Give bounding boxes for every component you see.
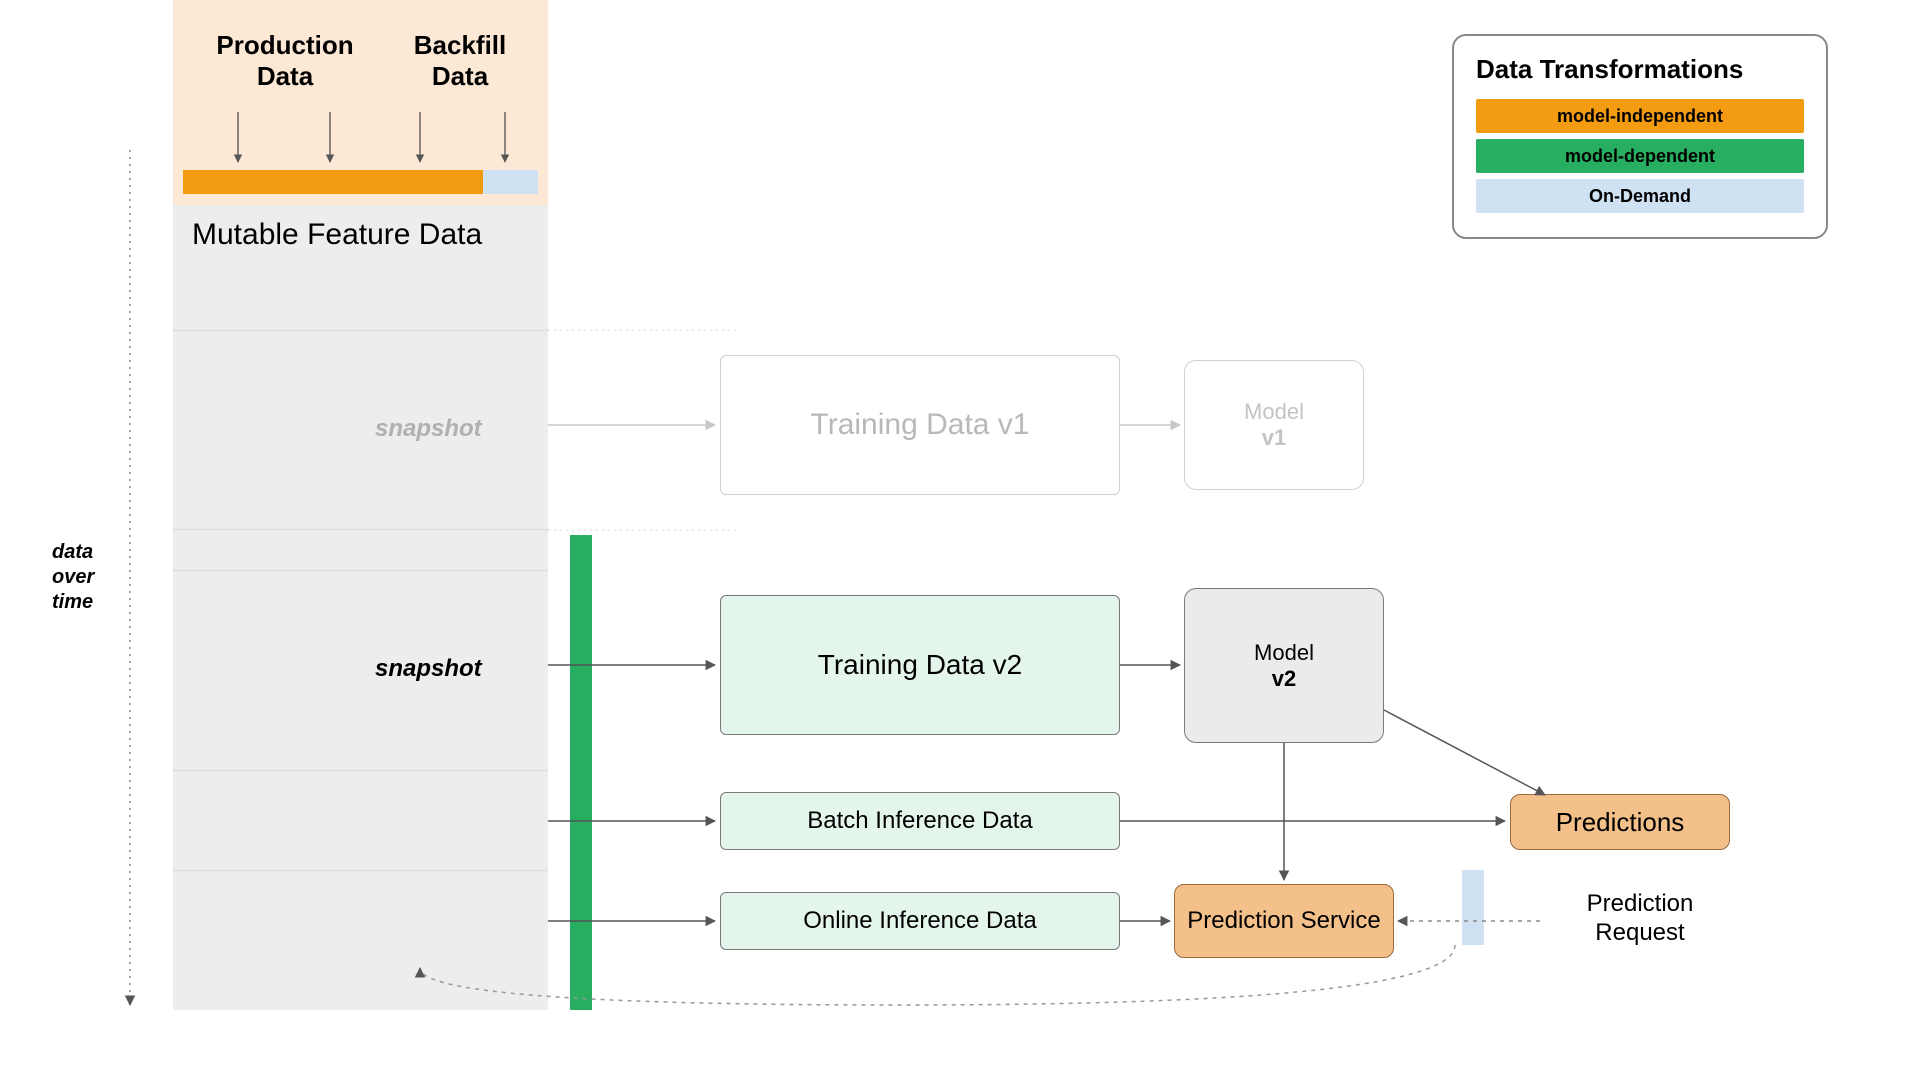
text: v1	[1262, 425, 1286, 450]
text: Online Inference Data	[803, 907, 1036, 935]
box-training-data-v2: Training Data v2	[720, 595, 1120, 735]
diagram-canvas: { "legend": { "title": "Data Transformat…	[0, 0, 1920, 1080]
bar-on-demand	[1462, 870, 1484, 945]
row-batch	[173, 770, 548, 870]
label-backfill-data: Backfill Data	[390, 30, 530, 92]
box-online-inference-data: Online Inference Data	[720, 892, 1120, 950]
text: Production Data	[216, 30, 353, 91]
text: Backfill Data	[414, 30, 507, 91]
row-snapshot-v1	[173, 330, 548, 530]
text: v2	[1272, 666, 1296, 691]
box-training-data-v1: Training Data v1	[720, 355, 1120, 495]
row-snapshot-v2	[173, 570, 548, 770]
text: Batch Inference Data	[807, 807, 1032, 835]
box-model-v2: Modelv2	[1184, 588, 1384, 743]
legend-item-model-dependent: model-dependent	[1476, 139, 1804, 173]
text: Training Data v2	[818, 649, 1022, 681]
text: Prediction Service	[1187, 907, 1380, 936]
legend-item-on-demand: On-Demand	[1476, 179, 1804, 213]
row-online	[173, 870, 548, 970]
text: Predictions	[1556, 807, 1685, 838]
text: Prediction	[1587, 890, 1694, 917]
label-axis-data-over-time: dataovertime	[52, 540, 122, 615]
feature-bar-on-demand	[483, 170, 538, 194]
legend-item-model-independent: model-independent	[1476, 99, 1804, 133]
label-prediction-request: Prediction Request	[1540, 890, 1740, 948]
box-prediction-service: Prediction Service	[1174, 884, 1394, 958]
legend-panel: Data Transformations model-independent m…	[1452, 34, 1828, 239]
label-mutable-feature-data: Mutable Feature Data	[192, 218, 482, 252]
text: Request	[1595, 919, 1684, 946]
text: Model	[1254, 640, 1314, 665]
label-production-data: Production Data	[200, 30, 370, 92]
box-batch-inference-data: Batch Inference Data	[720, 792, 1120, 850]
label-snapshot-v2: snapshot	[375, 655, 482, 683]
text: Model	[1244, 399, 1304, 424]
feature-bar-model-independent	[183, 170, 483, 194]
box-predictions: Predictions	[1510, 794, 1730, 850]
bar-model-dependent	[570, 535, 592, 1010]
box-model-v1: Modelv1	[1184, 360, 1364, 490]
label-snapshot-v1: snapshot	[375, 415, 482, 443]
text: Training Data v1	[811, 408, 1030, 442]
legend-title: Data Transformations	[1476, 54, 1804, 85]
